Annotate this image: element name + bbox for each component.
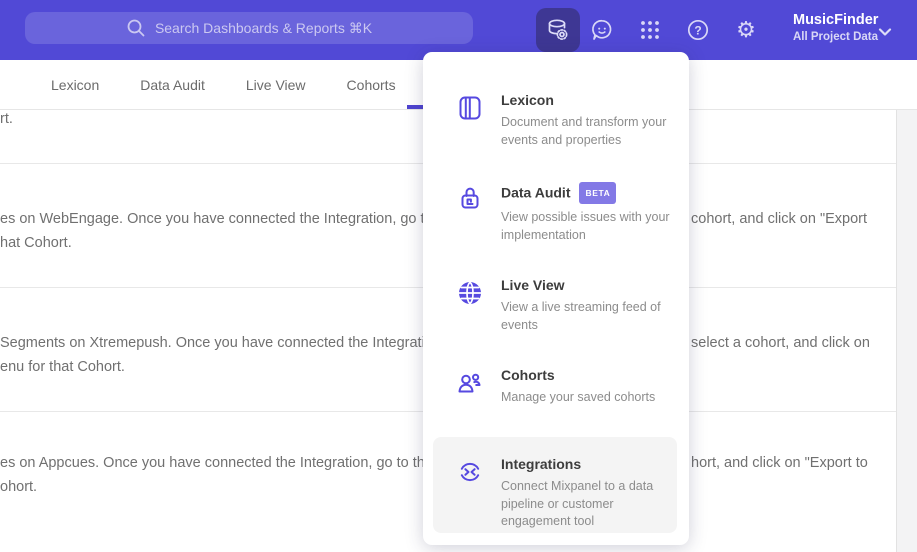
integration-row-text: rt.	[0, 111, 13, 127]
integration-row-text: es on WebEngage. Once you have connected…	[0, 211, 457, 227]
integration-row-text: hort, and click on "Export to	[691, 455, 868, 471]
svg-text:?: ?	[694, 23, 701, 37]
integration-row-text: Segments on Xtremepush. Once you have co…	[0, 335, 445, 351]
integration-row-text: enu for that Cohort.	[0, 359, 125, 375]
tab-live-view[interactable]: Live View	[246, 60, 306, 110]
tab-lexicon[interactable]: Lexicon	[51, 60, 99, 110]
menu-item-live-view[interactable]: Live View View a live streaming feed of …	[423, 277, 689, 334]
cohorts-people-icon	[458, 373, 481, 393]
menu-item-desc: Manage your saved cohorts	[501, 390, 656, 404]
tab-cohorts[interactable]: Cohorts	[347, 60, 396, 110]
data-management-button[interactable]	[536, 8, 580, 52]
integrations-sync-icon	[460, 462, 480, 482]
lexicon-book-icon	[459, 96, 481, 120]
menu-item-desc: View a live streaming feed of events	[501, 300, 661, 332]
question-circle-icon: ?	[687, 19, 709, 41]
project-selector[interactable]: MusicFinder All Project Data	[793, 11, 878, 45]
menu-item-data-audit[interactable]: Data Audit BETA View possible issues with…	[423, 182, 689, 244]
menu-item-lexicon[interactable]: Lexicon Document and transform your even…	[423, 92, 689, 149]
menu-item-desc: Document and transform your events and p…	[501, 115, 667, 147]
tab-data-audit[interactable]: Data Audit	[140, 60, 205, 110]
gear-icon: ⚙	[736, 17, 756, 42]
data-management-dropdown: Lexicon Document and transform your even…	[423, 52, 689, 545]
menu-item-desc: View possible issues with your implement…	[501, 210, 670, 242]
menu-item-title: Integrations	[501, 456, 582, 472]
top-navigation-bar: Search Dashboards & Reports ⌘K ? ⚙ Music…	[0, 0, 917, 60]
chevron-down-icon	[878, 28, 892, 36]
integration-row-text: hat Cohort.	[0, 235, 72, 251]
settings-button[interactable]: ⚙	[734, 18, 758, 42]
search-placeholder: Search Dashboards & Reports ⌘K	[154, 19, 373, 36]
integration-row-text: cohort, and click on "Export	[691, 211, 868, 227]
menu-item-integrations[interactable]: Integrations Connect Mixpanel to a data …	[433, 437, 677, 533]
integration-row-text: ohort.	[0, 479, 38, 495]
integration-row-text: es on Appcues. Once you have connected t…	[0, 455, 449, 471]
feedback-button[interactable]	[590, 18, 614, 42]
help-button[interactable]: ?	[686, 18, 710, 42]
menu-item-cohorts[interactable]: Cohorts Manage your saved cohorts	[423, 367, 689, 407]
search-icon	[127, 19, 145, 37]
menu-item-title: Cohorts	[501, 367, 555, 383]
chat-face-icon	[592, 19, 612, 40]
project-name: MusicFinder	[793, 12, 879, 28]
menu-item-title: Live View	[501, 277, 565, 293]
menu-item-title: Data Audit BETA	[501, 182, 679, 204]
grid-dots-icon	[641, 21, 659, 39]
apps-menu-button[interactable]	[638, 18, 662, 42]
database-gear-icon	[548, 19, 568, 40]
project-scope: All Project Data	[793, 31, 878, 43]
data-audit-lock-icon	[461, 187, 479, 209]
search-input[interactable]: Search Dashboards & Reports ⌘K	[25, 12, 473, 44]
menu-item-title: Lexicon	[501, 92, 554, 108]
beta-badge: BETA	[579, 182, 617, 204]
menu-item-desc: Connect Mixpanel to a data pipeline or c…	[501, 479, 654, 528]
project-selector-caret[interactable]	[878, 24, 892, 42]
live-view-globe-icon	[458, 281, 482, 305]
integration-row-text: select a cohort, and click on	[691, 335, 870, 351]
